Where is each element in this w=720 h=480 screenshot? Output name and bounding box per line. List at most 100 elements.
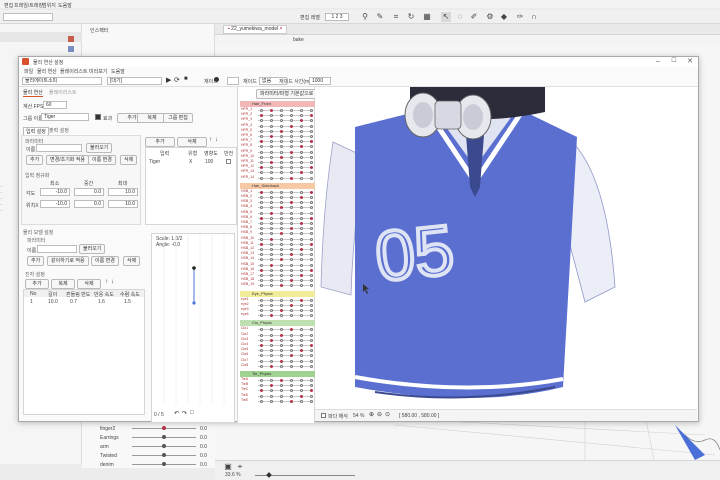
param-key-dot[interactable] (280, 344, 283, 347)
param-key-dot[interactable] (280, 242, 283, 246)
param-key-dot[interactable] (270, 232, 273, 236)
param-key-dot[interactable] (310, 190, 313, 194)
param-key-dot[interactable] (300, 349, 303, 353)
param-key-dot[interactable] (300, 135, 303, 138)
param-key-dot[interactable] (300, 364, 303, 368)
up-arrow-icon[interactable]: ↑ (209, 137, 212, 143)
param-key-dot[interactable] (280, 124, 283, 128)
param-key-dot[interactable] (300, 129, 303, 133)
param-key-dot[interactable] (260, 109, 263, 112)
pendulum-row[interactable]: 1 10.0 0.7 1.6 1.5 (24, 298, 144, 305)
param-key-dot[interactable] (300, 196, 303, 199)
down-arrow-icon[interactable]: ↓ (215, 137, 218, 143)
param-key-dot[interactable] (270, 140, 273, 144)
param-knob[interactable] (162, 453, 166, 457)
param-key-dot[interactable] (280, 274, 283, 277)
param-key-dot[interactable] (260, 354, 263, 358)
param-key-dot[interactable] (290, 171, 293, 175)
param-key-dot[interactable] (260, 155, 263, 159)
normalize-angle-mid[interactable]: 0.0 (74, 188, 104, 196)
normalize-angle-min[interactable]: -10.0 (40, 188, 70, 196)
param-key-dot[interactable] (270, 201, 273, 205)
param-key-dot[interactable] (290, 124, 293, 128)
pendulum-delete-button[interactable]: 삭제 (77, 279, 101, 289)
graph-square-icon[interactable]: □ (190, 410, 194, 416)
param-key-dot[interactable] (310, 135, 313, 138)
menu-playlist[interactable]: 플레이리스트 (60, 68, 88, 75)
param-key-dot[interactable] (270, 328, 273, 332)
zoom-out-icon[interactable]: ⊖ (377, 411, 382, 418)
param-key-dot[interactable] (280, 145, 283, 149)
param-key-dot[interactable] (260, 333, 263, 337)
param-key-dot[interactable] (290, 349, 293, 353)
physics-model-select[interactable] (37, 245, 77, 253)
param-key-dot[interactable] (300, 242, 303, 246)
param-key-dot[interactable] (260, 216, 263, 220)
param-key-dot[interactable] (300, 171, 303, 175)
input-table-row[interactable]: Tiger X 100 (147, 158, 235, 166)
param-key-dot[interactable] (270, 394, 273, 398)
param-key-dot[interactable] (300, 389, 303, 393)
param-key-dot[interactable] (270, 279, 273, 283)
param-key-dot[interactable] (290, 166, 293, 170)
param-key-dot[interactable] (270, 119, 273, 123)
param-key-dot[interactable] (300, 394, 303, 398)
param-key-dot[interactable] (270, 129, 273, 133)
param-key-dot[interactable] (290, 354, 293, 358)
param-key-dot[interactable] (280, 135, 283, 138)
bone-icon[interactable]: ⌖ (235, 462, 245, 472)
param-key-dot[interactable] (270, 176, 273, 180)
tab-physics[interactable]: 물리 연산 (23, 89, 43, 97)
param-key-dot[interactable] (260, 150, 263, 154)
param-key-dot[interactable] (300, 237, 303, 241)
param-key-dot[interactable] (290, 364, 293, 368)
param-key-dot[interactable] (260, 263, 263, 267)
param-key-dot[interactable] (290, 129, 293, 133)
param-key-dot[interactable] (310, 114, 313, 118)
param-key-dot[interactable] (310, 237, 313, 241)
param-key-dot[interactable] (270, 384, 273, 388)
param-key-dot[interactable] (260, 344, 263, 347)
param-key-dot[interactable] (310, 333, 313, 337)
layer-icon[interactable] (68, 36, 74, 42)
param-key-dot[interactable] (310, 176, 313, 180)
param-row[interactable]: TieE (240, 398, 315, 404)
minimize-button[interactable]: – (651, 57, 665, 67)
param-key-dot[interactable] (270, 258, 273, 262)
param-row[interactable]: finger2 0.0 (82, 424, 215, 433)
effect-checkbox[interactable] (95, 114, 101, 120)
param-key-dot[interactable] (270, 309, 273, 312)
param-key-dot[interactable] (300, 109, 303, 112)
param-key-dot[interactable] (270, 161, 273, 164)
param-key-dot[interactable] (270, 124, 273, 128)
param-key-dot[interactable] (260, 268, 263, 272)
param-key-dot[interactable] (260, 379, 263, 382)
param-key-dot[interactable] (310, 328, 313, 332)
param-row[interactable]: HSB_19 (240, 282, 315, 288)
param-key-dot[interactable] (300, 166, 303, 170)
param-key-dot[interactable] (260, 161, 263, 164)
param-key-dot[interactable] (280, 216, 283, 220)
param-key-dot[interactable] (280, 284, 283, 288)
motion-select[interactable]: [대기] (107, 77, 162, 85)
param-key-dot[interactable] (280, 150, 283, 154)
bg-menu-item[interactable]: 편집 (4, 2, 13, 9)
param-key-dot[interactable] (290, 279, 293, 283)
param-key-dot[interactable] (270, 333, 273, 337)
param-key-dot[interactable] (300, 379, 303, 382)
pin-icon[interactable]: ✑ (515, 12, 525, 22)
param-key-dot[interactable] (310, 129, 313, 133)
param-key-dot[interactable] (290, 190, 293, 194)
param-key-dot[interactable] (270, 284, 273, 288)
pendulum-duplicate-button[interactable]: 복제 (51, 279, 75, 289)
param-key-dot[interactable] (290, 344, 293, 347)
param-key-dot[interactable] (290, 114, 293, 118)
pendulum-up-icon[interactable]: ↑ (105, 279, 108, 285)
menu-file[interactable]: 파일 (24, 68, 33, 75)
param-knob[interactable] (162, 462, 166, 466)
param-key-dot[interactable] (280, 379, 283, 382)
param-key-dot[interactable] (270, 359, 273, 363)
input-add-button[interactable]: 추가 (145, 137, 175, 147)
physics-load-button[interactable]: 불러오기 (79, 244, 106, 254)
param-key-dot[interactable] (310, 248, 313, 251)
